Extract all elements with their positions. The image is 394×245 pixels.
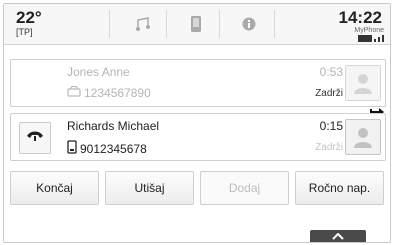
status-bar: 22° [TP] 14:22 MyPhone (4, 4, 390, 45)
avatar (345, 119, 381, 155)
signal-battery-icon (358, 35, 384, 42)
call-entry-on-hold[interactable]: Jones Anne 1234567890 0:53 Zadrži (10, 59, 386, 107)
caller-number: 9012345678 (67, 140, 147, 157)
action-button-row: Končaj Utišaj Dodaj Ročno nap. (10, 171, 384, 205)
caller-name: Richards Michael (67, 119, 160, 133)
mute-button[interactable]: Utišaj (105, 171, 194, 205)
divider (274, 10, 275, 38)
device-name: MyPhone (354, 27, 384, 34)
info-icon[interactable] (232, 10, 266, 38)
caller-number-text: 9012345678 (80, 141, 147, 156)
end-call-button[interactable]: Končaj (10, 171, 99, 205)
clock: 14:22 (338, 8, 382, 27)
temperature: 22° (16, 8, 42, 27)
caller-name: Jones Anne (67, 65, 130, 79)
phone-icon[interactable] (179, 10, 213, 38)
divider (219, 10, 220, 38)
call-status: Zadrži (315, 88, 343, 99)
call-duration: 0:53 (319, 65, 343, 79)
caller-number: 1234567890 (67, 85, 151, 100)
call-status: Zadrži (315, 142, 343, 153)
phone-call-screen: 22° [TP] 14:22 MyPhone Jones Anne 123456… (3, 3, 391, 243)
handset-mode-button[interactable]: Ročno nap. (295, 171, 384, 205)
car-phone-icon (67, 85, 81, 100)
mobile-phone-icon (67, 140, 77, 157)
call-duration: 0:15 (319, 119, 343, 133)
hold-button[interactable] (19, 122, 51, 154)
caller-number-text: 1234567890 (84, 86, 151, 100)
add-call-button: Dodaj (200, 171, 289, 205)
music-note-icon[interactable] (126, 10, 160, 38)
divider (166, 10, 167, 38)
handset-icon (26, 129, 44, 147)
divider (109, 10, 110, 38)
temperature-sub: [TP] (16, 27, 33, 37)
avatar (345, 65, 381, 101)
call-entry-active[interactable]: Richards Michael 9012345678 0:15 Zadrži (10, 113, 386, 161)
chevron-up-icon[interactable] (310, 230, 366, 242)
